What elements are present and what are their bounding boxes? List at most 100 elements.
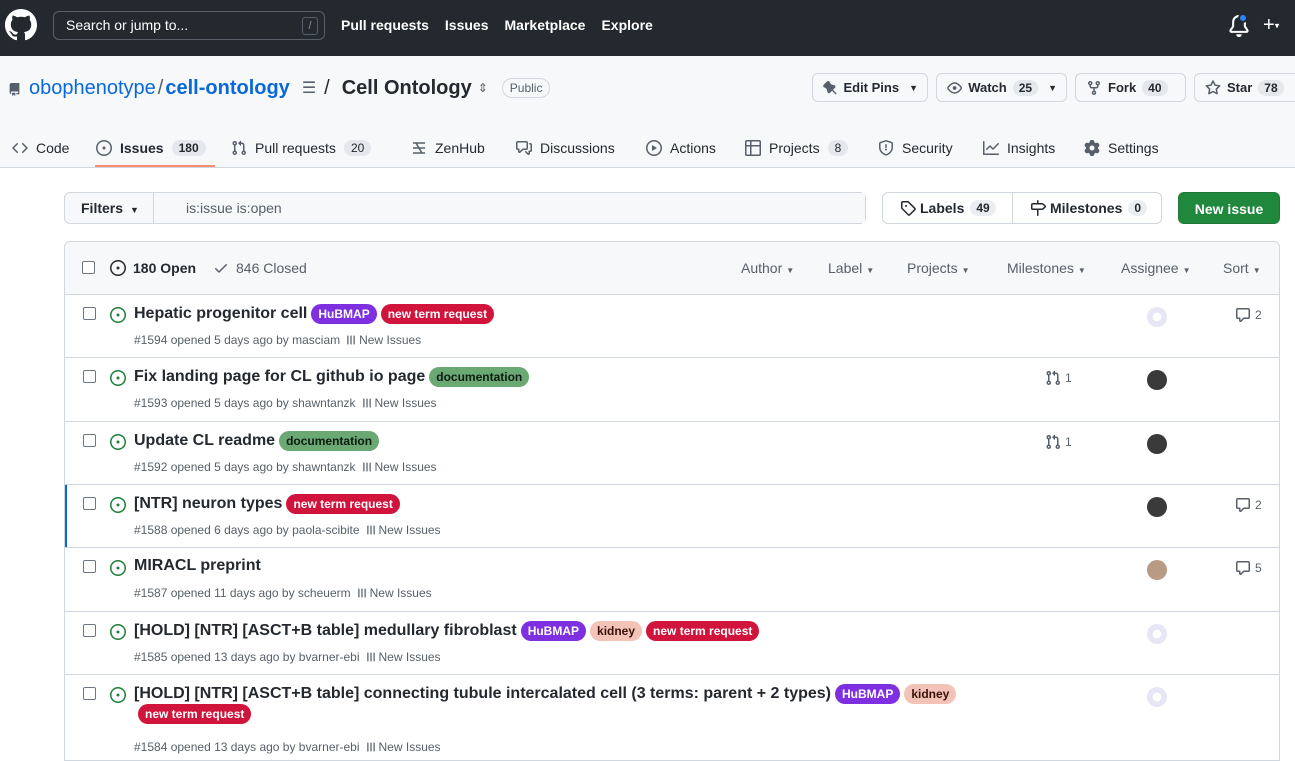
repo-name-link[interactable]: cell-ontology <box>165 77 289 100</box>
issue-label[interactable]: HuBMAP <box>311 304 377 324</box>
nav-explore[interactable]: Explore <box>601 17 652 33</box>
nav-pull-requests[interactable]: Pull requests <box>341 17 429 33</box>
issue-label[interactable]: kidney <box>904 684 957 704</box>
issue-project-column[interactable]: New Issues <box>379 523 441 537</box>
issue-row[interactable]: Update CL readme documentation #1592 open… <box>65 422 1279 485</box>
milestones-filter[interactable]: Milestones ▼ <box>1007 260 1086 276</box>
tab-security[interactable]: Security <box>878 128 953 168</box>
issue-checkbox[interactable] <box>83 497 96 510</box>
issue-title-link[interactable]: Hepatic progenitor cell <box>134 305 307 323</box>
issue-label[interactable]: new term request <box>380 304 495 324</box>
avatar[interactable] <box>1147 434 1167 454</box>
issue-checkbox[interactable] <box>83 307 96 320</box>
issue-row[interactable]: [NTR] neuron types new term request #1588… <box>65 485 1279 548</box>
code-icon <box>12 142 28 154</box>
sort-filter[interactable]: Sort ▼ <box>1223 260 1261 276</box>
issue-title-link[interactable]: Update CL readme <box>134 432 275 450</box>
tab-issues[interactable]: Issues 180 <box>96 128 206 168</box>
global-search-input[interactable]: Search or jump to... / <box>53 11 325 40</box>
star-button[interactable]: Star 78 <box>1194 73 1295 102</box>
label-filter[interactable]: Label ▼ <box>828 260 874 276</box>
tab-zenhub[interactable]: ZenHub <box>411 128 485 168</box>
tab-settings-label: Settings <box>1108 140 1159 156</box>
author-filter[interactable]: Author ▼ <box>741 260 794 276</box>
nav-marketplace[interactable]: Marketplace <box>505 17 586 33</box>
issue-project-column[interactable]: New Issues <box>359 333 421 347</box>
projects-filter[interactable]: Projects ▼ <box>907 260 970 276</box>
new-issue-button[interactable]: New issue <box>1178 192 1280 224</box>
issue-row[interactable]: MIRACL preprint #1587 opened 11 days ago… <box>65 548 1279 612</box>
assignee-filter[interactable]: Assignee ▼ <box>1121 260 1191 276</box>
github-logo-icon[interactable] <box>5 9 37 41</box>
create-new-button[interactable]: +▾ <box>1263 15 1279 36</box>
issue-row[interactable]: Fix landing page for CL github io page do… <box>65 358 1279 422</box>
issue-opened-meta: #1593 opened 5 days ago by shawntanzk <box>134 396 356 410</box>
issue-project-column[interactable]: New Issues <box>375 460 437 474</box>
labels-button[interactable]: Labels 49 <box>883 193 1013 223</box>
avatar[interactable] <box>1147 560 1167 580</box>
tab-actions[interactable]: Actions <box>646 128 716 168</box>
avatar[interactable] <box>1147 370 1167 390</box>
issue-label[interactable]: new term request <box>138 704 252 724</box>
linked-pull-requests[interactable]: 1 <box>1045 370 1072 386</box>
comment-icon <box>1236 498 1250 512</box>
tab-code[interactable]: Code <box>12 128 69 168</box>
sort-filter-label: Sort <box>1223 260 1249 276</box>
issue-checkbox[interactable] <box>83 434 96 447</box>
issue-row[interactable]: [HOLD] [NTR] [ASCT+B table] medullary fi… <box>65 612 1279 675</box>
unfold-icon[interactable]: ⇕ <box>478 81 488 95</box>
select-all-checkbox[interactable] <box>82 261 95 274</box>
tab-insights[interactable]: Insights <box>983 128 1055 168</box>
milestones-button[interactable]: Milestones 0 <box>1013 193 1148 223</box>
issue-label[interactable]: HuBMAP <box>520 621 587 641</box>
issue-project-column[interactable]: New Issues <box>375 396 437 410</box>
issue-title-link[interactable]: [NTR] neuron types <box>134 495 282 513</box>
issue-label[interactable]: documentation <box>279 431 380 451</box>
watch-button[interactable]: Watch 25 ▼ <box>936 73 1067 102</box>
issue-label[interactable]: kidney <box>590 621 643 641</box>
linked-pull-requests[interactable]: 1 <box>1045 434 1072 450</box>
project-name[interactable]: Cell Ontology <box>342 77 472 100</box>
hamburger-menu-icon[interactable]: ☰ <box>302 78 316 98</box>
issue-checkbox[interactable] <box>83 624 96 637</box>
project-board-icon <box>366 525 375 535</box>
comments-link[interactable]: 2 <box>1235 307 1262 323</box>
issue-title-link[interactable]: MIRACL preprint <box>134 557 261 575</box>
edit-pins-button[interactable]: Edit Pins ▼ <box>812 73 928 102</box>
issue-title-link[interactable]: [HOLD] [NTR] [ASCT+B table] medullary fi… <box>134 622 517 640</box>
issue-label[interactable]: new term request <box>646 621 760 641</box>
tab-settings[interactable]: Settings <box>1084 128 1159 168</box>
tab-projects[interactable]: Projects 8 <box>745 128 849 168</box>
closed-issues-toggle[interactable]: 846 Closed <box>213 260 307 276</box>
issue-row[interactable]: [HOLD] [NTR] [ASCT+B table] connecting t… <box>65 675 1279 760</box>
repo-owner-link[interactable]: obophenotype <box>29 77 156 100</box>
avatar[interactable] <box>1147 307 1167 327</box>
avatar[interactable] <box>1147 624 1167 644</box>
tab-pull-requests[interactable]: Pull requests 20 <box>231 128 372 168</box>
issue-label[interactable]: HuBMAP <box>835 684 901 704</box>
comments-link[interactable]: 5 <box>1235 560 1262 576</box>
issue-meta: #1587 opened 11 days ago by scheuerm New … <box>134 586 432 600</box>
issue-label[interactable]: documentation <box>429 367 530 387</box>
open-issues-toggle[interactable]: 180 Open <box>110 260 196 276</box>
avatar[interactable] <box>1147 687 1167 707</box>
issue-checkbox[interactable] <box>83 370 96 383</box>
issue-project-column[interactable]: New Issues <box>379 650 441 664</box>
nav-issues[interactable]: Issues <box>445 17 489 33</box>
issue-row[interactable]: Hepatic progenitor cell HuBMAP new term re… <box>65 295 1279 358</box>
project-board-icon <box>357 588 366 598</box>
filters-dropdown-button[interactable]: Filters ▼ <box>65 193 154 223</box>
issue-label[interactable]: new term request <box>286 494 400 514</box>
comments-link[interactable]: 2 <box>1235 497 1262 513</box>
issue-checkbox[interactable] <box>83 687 96 700</box>
issue-title-link[interactable]: Fix landing page for CL github io page <box>134 368 425 386</box>
issue-title-link[interactable]: [HOLD] [NTR] [ASCT+B table] connecting t… <box>134 685 831 703</box>
issue-checkbox[interactable] <box>83 560 96 573</box>
avatar[interactable] <box>1147 497 1167 517</box>
fork-button[interactable]: Fork 40 <box>1075 73 1186 102</box>
issue-project-column[interactable]: New Issues <box>370 586 432 600</box>
issue-meta: #1588 opened 6 days ago by paola-scibite… <box>134 523 441 537</box>
issue-project-column[interactable]: New Issues <box>379 740 441 754</box>
tab-discussions[interactable]: Discussions <box>516 128 615 168</box>
issue-search-input[interactable]: is:issue is:open <box>154 193 865 223</box>
